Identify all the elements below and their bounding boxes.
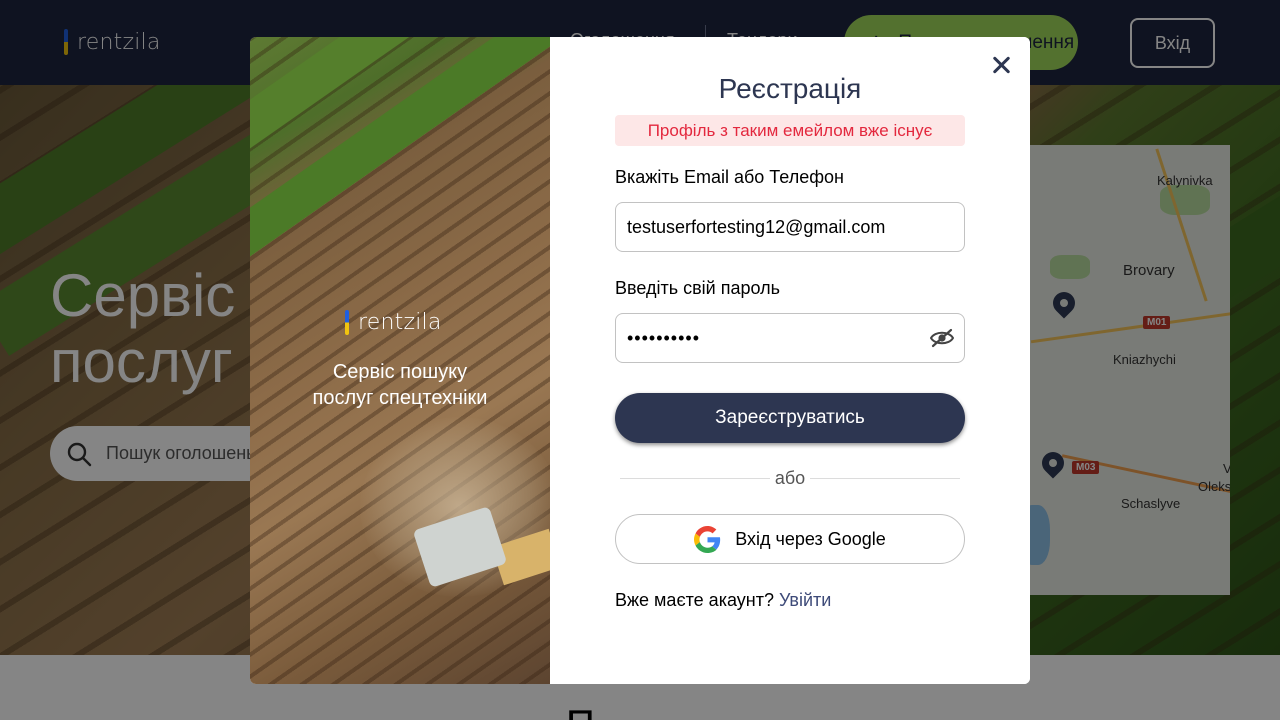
register-button[interactable]: Зареєструватись (615, 393, 965, 443)
modal-tagline: Сервіс пошуку послуг спецтехніки (250, 359, 550, 411)
have-account-row: Вже маєте акаунт? Увійти (615, 590, 831, 611)
error-message: Профіль з таким емейлом вже існує (615, 115, 965, 146)
modal-logo: rentzila (345, 310, 442, 335)
password-label: Введіть свій пароль (615, 278, 780, 298)
login-link[interactable]: Увійти (779, 590, 831, 610)
modal-tagline-line-2: послуг спецтехніки (312, 387, 488, 409)
have-account-text: Вже маєте акаунт? (615, 590, 774, 610)
google-login-button[interactable]: Вхід через Google (615, 514, 965, 564)
close-icon[interactable] (989, 53, 1013, 77)
divider-text: або (770, 468, 810, 489)
ukraine-flag-icon (345, 310, 349, 335)
modal-logo-text: rentzila (358, 310, 442, 335)
modal-title: Реєстрація (718, 73, 862, 104)
modal-tagline-line-1: Сервіс пошуку (332, 361, 468, 383)
email-label: Вкажіть Email або Телефон (615, 167, 844, 187)
email-field[interactable] (615, 202, 965, 252)
google-login-label: Вхід через Google (735, 528, 886, 549)
google-icon (694, 525, 721, 553)
modal-promo-panel: rentzila Сервіс пошуку послуг спецтехнік… (250, 37, 550, 684)
password-field[interactable] (615, 313, 965, 363)
eye-off-icon[interactable] (930, 328, 954, 348)
